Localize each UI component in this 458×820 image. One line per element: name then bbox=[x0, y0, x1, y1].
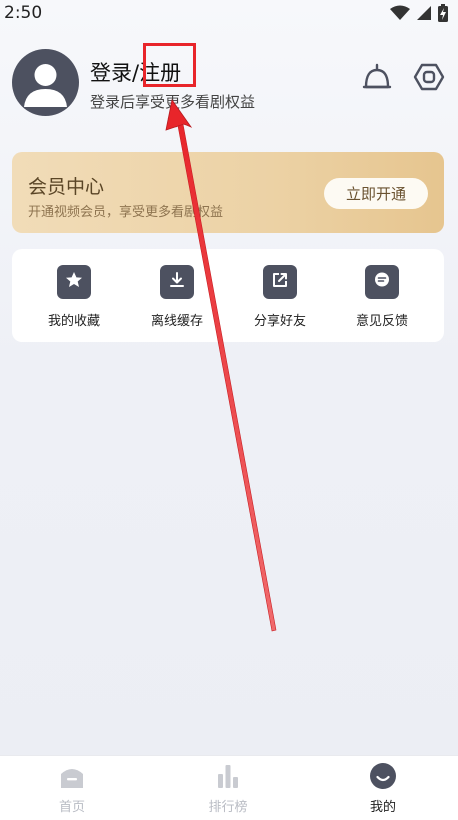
shortcut-label: 我的收藏 bbox=[47, 314, 100, 329]
status-bar: 2:50 bbox=[0, 0, 458, 28]
profile-subtitle: 登录后享受更多看剧权益 bbox=[90, 93, 256, 111]
share-icon bbox=[270, 270, 290, 294]
settings-button[interactable] bbox=[412, 62, 446, 96]
star-icon bbox=[64, 270, 84, 294]
bottom-nav: 首页 排行榜 我的 bbox=[0, 755, 458, 820]
shortcut-label: 离线缓存 bbox=[150, 314, 203, 329]
notification-bell-icon bbox=[361, 61, 393, 97]
vip-center-card[interactable]: 会员中心 开通视频会员，享受更多看剧权益 立即开通 bbox=[12, 152, 444, 233]
home-icon bbox=[58, 762, 86, 794]
shortcut-grid: 我的收藏 离线缓存 分享好友 意见反馈 bbox=[12, 249, 444, 342]
status-time: 2:50 bbox=[4, 3, 43, 23]
nav-item-home[interactable]: 首页 bbox=[22, 764, 122, 816]
vip-title: 会员中心 bbox=[28, 176, 105, 198]
mine-icon bbox=[369, 762, 397, 794]
nav-label: 我的 bbox=[369, 800, 396, 815]
shortcut-label: 分享好友 bbox=[253, 314, 306, 329]
annotation-highlight-box bbox=[143, 43, 196, 87]
battery-charging-icon bbox=[438, 4, 448, 26]
nav-item-ranking[interactable]: 排行榜 bbox=[178, 764, 278, 816]
annotation-arrow bbox=[165, 99, 277, 632]
shortcut-feedback[interactable]: 意见反馈 bbox=[330, 265, 434, 329]
shortcut-offline-cache[interactable]: 离线缓存 bbox=[125, 265, 229, 329]
vip-subtitle: 开通视频会员，享受更多看剧权益 bbox=[28, 205, 224, 220]
login-link[interactable]: 登录/ bbox=[90, 61, 139, 85]
shortcut-favorites[interactable]: 我的收藏 bbox=[22, 265, 126, 329]
status-icons bbox=[390, 4, 448, 26]
open-vip-button[interactable]: 立即开通 bbox=[324, 178, 428, 209]
shortcut-label: 意见反馈 bbox=[355, 314, 408, 329]
ranking-icon bbox=[214, 762, 242, 794]
nav-item-mine[interactable]: 我的 bbox=[333, 762, 433, 816]
signal-icon bbox=[416, 5, 432, 25]
download-icon bbox=[167, 270, 187, 294]
shortcut-share[interactable]: 分享好友 bbox=[228, 265, 332, 329]
nav-label: 排行榜 bbox=[208, 800, 248, 815]
feedback-icon bbox=[372, 270, 392, 294]
nav-label: 首页 bbox=[58, 800, 85, 815]
settings-hexagon-icon bbox=[413, 61, 445, 97]
user-avatar-icon bbox=[12, 64, 79, 116]
notification-button[interactable] bbox=[360, 62, 394, 96]
wifi-icon bbox=[390, 5, 410, 25]
avatar[interactable] bbox=[12, 49, 79, 116]
